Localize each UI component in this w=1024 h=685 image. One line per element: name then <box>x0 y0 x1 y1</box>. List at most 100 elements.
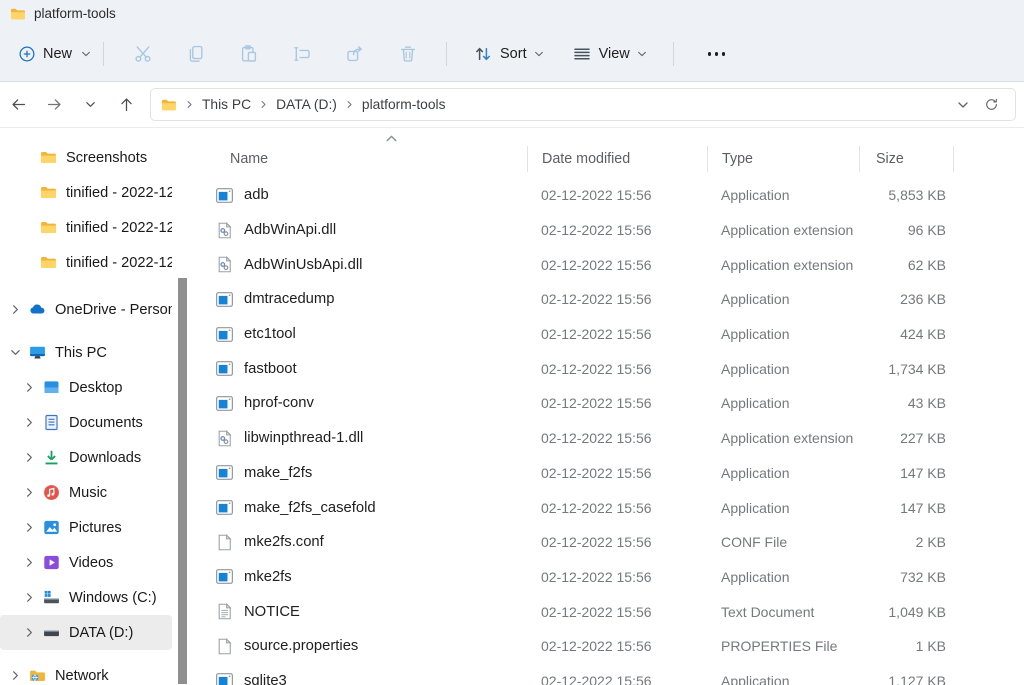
view-button[interactable]: View <box>572 44 647 64</box>
up-button[interactable] <box>108 89 144 121</box>
file-row-notice[interactable]: NOTICE 02-12-2022 15:56 Text Document 1,… <box>210 594 954 629</box>
sidebar-item-downloads[interactable]: Downloads <box>0 440 172 475</box>
network-icon <box>29 667 46 684</box>
file-icon <box>216 638 233 655</box>
sidebar-item-pictures[interactable]: Pictures <box>0 510 172 545</box>
dll-icon <box>216 222 233 239</box>
recent-locations-button[interactable] <box>72 89 108 121</box>
sidebar-scrollbar[interactable] <box>178 278 187 684</box>
chevron-right-icon <box>24 627 35 638</box>
explorer-tab[interactable]: platform-tools <box>10 6 116 22</box>
refresh-button[interactable] <box>977 92 1005 118</box>
sort-button[interactable]: Sort <box>473 44 544 64</box>
file-row-adbwinusbapi[interactable]: AdbWinUsbApi.dll 02-12-2022 15:56 Applic… <box>210 247 954 282</box>
chevron-down-icon <box>85 99 96 110</box>
desktop-icon <box>43 379 60 396</box>
file-row-source-properties[interactable]: source.properties 02-12-2022 15:56 PROPE… <box>210 629 954 664</box>
sidebar-item-tinified-1[interactable]: tinified - 2022-12-0 <box>0 175 172 210</box>
sidebar-item-documents[interactable]: Documents <box>0 405 172 440</box>
paste-icon <box>239 44 259 64</box>
command-toolbar: New Sort View <box>0 27 1024 82</box>
sort-arrows-icon <box>473 44 493 64</box>
videos-icon <box>43 554 60 571</box>
back-icon <box>10 96 27 113</box>
file-row-adbwinapi[interactable]: AdbWinApi.dll 02-12-2022 15:56 Applicati… <box>210 213 954 248</box>
paste-button[interactable] <box>227 36 271 72</box>
rename-icon <box>292 44 312 64</box>
column-header-type[interactable]: Type <box>707 146 859 172</box>
navigation-pane: Screenshots tinified - 2022-12-0 tinifie… <box>0 128 188 684</box>
breadcrumb-this-pc[interactable]: This PC <box>196 94 257 115</box>
file-row-sqlite3[interactable]: sqlite3 02-12-2022 15:56 Application 1,1… <box>210 664 954 685</box>
application-icon <box>216 291 233 308</box>
file-row-adb[interactable]: adb 02-12-2022 15:56 Application 5,853 K… <box>210 178 954 213</box>
application-icon <box>216 499 233 516</box>
file-row-make-f2fs[interactable]: make_f2fs 02-12-2022 15:56 Application 1… <box>210 456 954 491</box>
address-bar[interactable]: This PC DATA (D:) platform-tools <box>150 88 1016 121</box>
application-icon <box>216 360 233 377</box>
drive-windows-icon <box>43 589 60 606</box>
sidebar-item-videos[interactable]: Videos <box>0 545 172 580</box>
application-icon <box>216 464 233 481</box>
address-dropdown-button[interactable] <box>949 92 977 118</box>
file-row-mke2fs-conf[interactable]: mke2fs.conf 02-12-2022 15:56 CONF File 2… <box>210 525 954 560</box>
sidebar-item-data-d[interactable]: DATA (D:) <box>0 615 172 650</box>
view-lines-icon <box>572 44 592 64</box>
chevron-down-icon <box>957 99 969 111</box>
chevron-down-icon <box>81 49 91 59</box>
sidebar-item-this-pc[interactable]: This PC <box>0 335 172 370</box>
file-row-mke2fs[interactable]: mke2fs 02-12-2022 15:56 Application 732 … <box>210 560 954 595</box>
file-row-hprof-conv[interactable]: hprof-conv 02-12-2022 15:56 Application … <box>210 386 954 421</box>
sidebar-item-tinified-3[interactable]: tinified - 2022-12-0 <box>0 245 172 280</box>
file-row-etc1tool[interactable]: etc1tool 02-12-2022 15:56 Application 42… <box>210 317 954 352</box>
tab-title: platform-tools <box>34 6 116 21</box>
forward-button[interactable] <box>36 89 72 121</box>
file-row-dmtracedump[interactable]: dmtracedump 02-12-2022 15:56 Application… <box>210 282 954 317</box>
file-rows: adb 02-12-2022 15:56 Application 5,853 K… <box>210 178 954 685</box>
folder-icon <box>40 149 57 166</box>
rename-button[interactable] <box>280 36 324 72</box>
sidebar-item-onedrive[interactable]: OneDrive - Personal <box>0 292 172 327</box>
breadcrumb-data-d[interactable]: DATA (D:) <box>270 94 343 115</box>
share-button[interactable] <box>333 36 377 72</box>
column-header-size[interactable]: Size <box>859 146 954 172</box>
cut-button[interactable] <box>121 36 165 72</box>
title-bar: platform-tools <box>0 0 1024 27</box>
chevron-right-icon <box>24 557 35 568</box>
music-icon <box>43 484 60 501</box>
new-button[interactable]: New <box>18 45 91 63</box>
file-row-make-f2fs-casefold[interactable]: make_f2fs_casefold 02-12-2022 15:56 Appl… <box>210 490 954 525</box>
column-headers: Name Date modified Type Size <box>210 144 954 174</box>
dll-icon <box>216 256 233 273</box>
chevron-right-icon <box>24 522 35 533</box>
application-icon <box>216 568 233 585</box>
sidebar-item-screenshots[interactable]: Screenshots <box>0 140 172 175</box>
column-header-name[interactable]: Name <box>210 146 527 172</box>
folder-icon <box>40 184 57 201</box>
chevron-right-icon <box>259 100 268 109</box>
breadcrumb-platform-tools[interactable]: platform-tools <box>356 94 452 115</box>
folder-icon <box>40 219 57 236</box>
see-more-button[interactable] <box>702 46 731 61</box>
copy-button[interactable] <box>174 36 218 72</box>
toolbar-divider <box>103 42 104 66</box>
chevron-right-icon <box>24 452 35 463</box>
back-button[interactable] <box>0 89 36 121</box>
sidebar-item-desktop[interactable]: Desktop <box>0 370 172 405</box>
sidebar-item-music[interactable]: Music <box>0 475 172 510</box>
sidebar-item-tinified-2[interactable]: tinified - 2022-12-0 <box>0 210 172 245</box>
sidebar-item-windows-c[interactable]: Windows (C:) <box>0 580 172 615</box>
drive-icon <box>43 624 60 641</box>
folder-icon <box>10 6 26 22</box>
chevron-right-icon <box>24 382 35 393</box>
application-icon <box>216 326 233 343</box>
delete-button[interactable] <box>386 36 430 72</box>
file-row-fastboot[interactable]: fastboot 02-12-2022 15:56 Application 1,… <box>210 351 954 386</box>
copy-icon <box>186 44 206 64</box>
chevron-right-icon <box>10 670 21 681</box>
downloads-icon <box>43 449 60 466</box>
file-row-libwinpthread[interactable]: libwinpthread-1.dll 02-12-2022 15:56 App… <box>210 421 954 456</box>
sidebar-item-network[interactable]: Network <box>0 658 172 684</box>
column-header-date[interactable]: Date modified <box>527 146 707 172</box>
sort-ascending-icon <box>385 132 398 145</box>
